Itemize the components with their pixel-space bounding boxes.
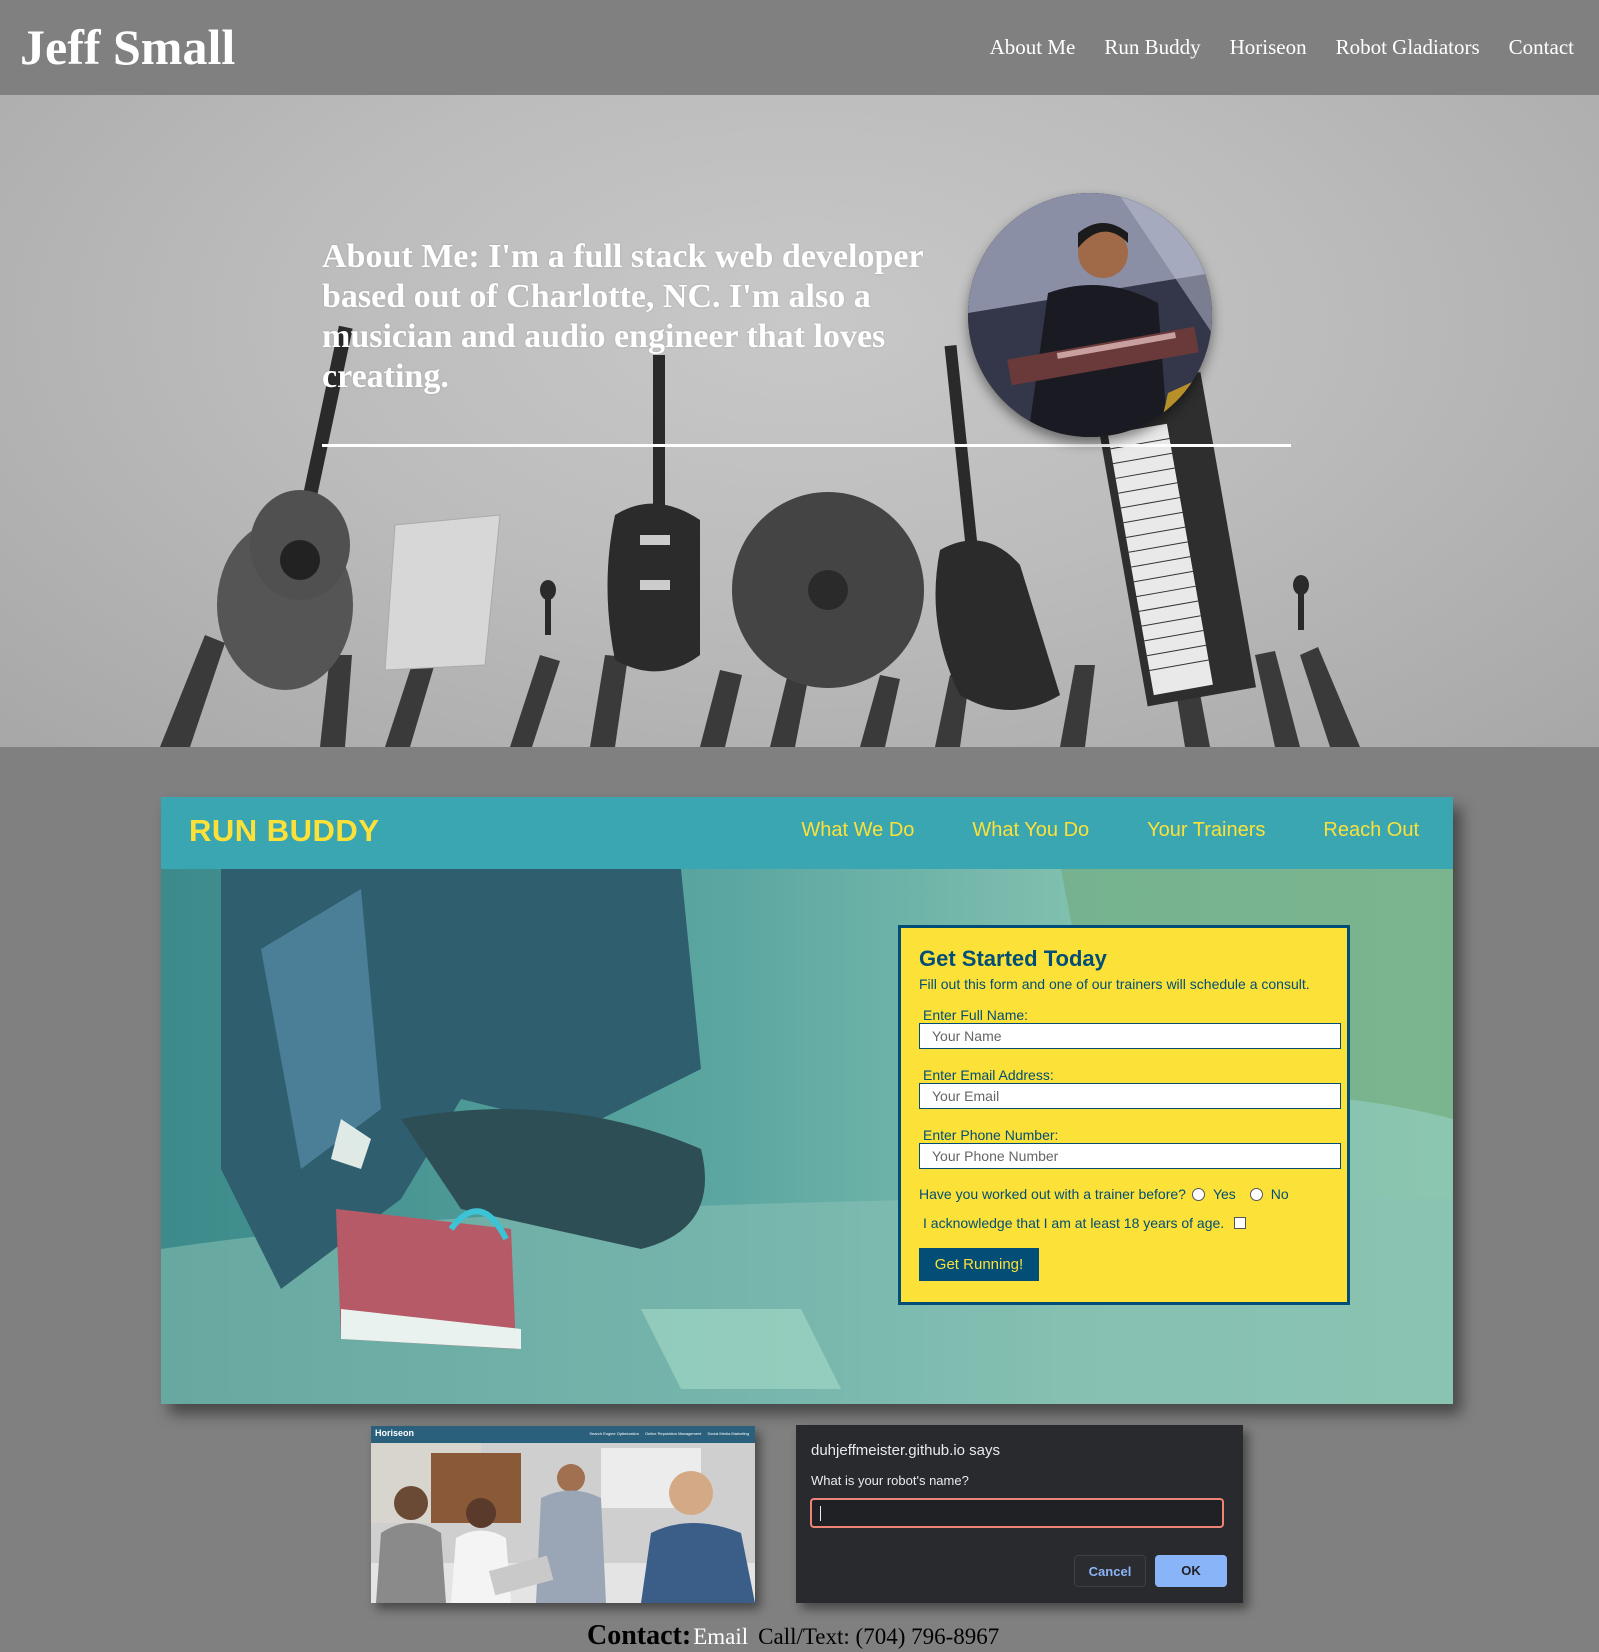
dialog-ok-button[interactable]: OK <box>1155 1555 1227 1587</box>
robot-gladiators-prompt-dialog[interactable]: duhjeffmeister.github.io says What is yo… <box>796 1425 1243 1603</box>
nav-run-buddy[interactable]: Run Buddy <box>1104 30 1200 64</box>
profile-photo <box>968 193 1212 437</box>
horiseon-logo: Horiseon <box>375 1428 415 1438</box>
age-ack-label: I acknowledge that I am at least 18 year… <box>923 1215 1225 1231</box>
instruments-background-image <box>160 325 1360 747</box>
get-started-form: Get Started Today Fill out this form and… <box>898 925 1350 1305</box>
hero-divider <box>322 444 1291 447</box>
form-title: Get Started Today <box>919 946 1107 971</box>
run-buddy-header: RUN BUDDY What We Do What You Do Your Tr… <box>161 797 1453 869</box>
nav-horiseon[interactable]: Horiseon <box>1230 30 1307 64</box>
rb-nav-what-we-do[interactable]: What We Do <box>801 819 914 842</box>
contact-email-link[interactable]: Email <box>693 1624 748 1650</box>
dialog-cancel-button[interactable]: Cancel <box>1074 1555 1146 1587</box>
trainer-question-label: Have you worked out with a trainer befor… <box>919 1186 1186 1202</box>
contact-heading: Contact: <box>587 1620 692 1651</box>
hz-nav-reputation: Online Reputation Management <box>644 1431 702 1436</box>
name-input[interactable] <box>919 1023 1341 1049</box>
dialog-message: What is your robot's name? <box>811 1473 969 1488</box>
site-nav: About Me Run Buddy Horiseon Robot Gladia… <box>961 30 1574 64</box>
contact-phone: Call/Text: (704) 796-8967 <box>758 1624 1000 1649</box>
age-acknowledgement: I acknowledge that I am at least 18 year… <box>923 1215 1247 1231</box>
horiseon-header: Horiseon Search Engine Optimization Onli… <box>371 1426 755 1443</box>
no-radio[interactable] <box>1249 1187 1263 1201</box>
contact-section: Contact: Email Call/Text: (704) 796-8967 <box>587 1620 999 1652</box>
age-checkbox[interactable] <box>1234 1217 1247 1229</box>
yes-label[interactable]: Yes <box>1213 1186 1236 1202</box>
rb-nav-reach-out[interactable]: Reach Out <box>1323 819 1419 842</box>
get-running-button[interactable]: Get Running! <box>919 1248 1039 1281</box>
horiseon-nav: Search Engine Optimization Online Reputa… <box>583 1431 749 1436</box>
form-subtitle: Fill out this form and one of our traine… <box>919 976 1310 992</box>
rb-nav-what-you-do[interactable]: What You Do <box>972 819 1089 842</box>
about-me-text: About Me: I'm a full stack web developer… <box>322 238 923 395</box>
dialog-title: duhjeffmeister.github.io says <box>811 1442 1001 1459</box>
rb-nav-your-trainers[interactable]: Your Trainers <box>1147 819 1265 842</box>
about-hero: About Me: I'm a full stack web developer… <box>0 95 1599 747</box>
run-buddy-project-preview[interactable]: RUN BUDDY What We Do What You Do Your Tr… <box>161 797 1453 1404</box>
hz-nav-social: Social Media Marketing <box>707 1431 749 1436</box>
phone-input[interactable] <box>919 1143 1341 1169</box>
trainer-question: Have you worked out with a trainer befor… <box>919 1186 1289 1202</box>
horiseon-project-preview[interactable]: Horiseon Search Engine Optimization Onli… <box>371 1426 755 1603</box>
nav-about-me[interactable]: About Me <box>990 30 1076 64</box>
horiseon-team-image <box>371 1443 755 1603</box>
name-label: Enter Full Name: <box>923 1007 1029 1023</box>
email-label: Enter Email Address: <box>923 1067 1054 1083</box>
phone-label: Enter Phone Number: <box>923 1127 1059 1143</box>
nav-robot-gladiators[interactable]: Robot Gladiators <box>1336 30 1480 64</box>
hz-nav-seo: Search Engine Optimization <box>589 1431 639 1436</box>
robot-name-input[interactable] <box>810 1498 1224 1528</box>
site-brand[interactable]: Jeff Small <box>20 14 235 80</box>
yes-radio[interactable] <box>1191 1187 1205 1201</box>
text-caret <box>820 1506 821 1521</box>
email-input[interactable] <box>919 1083 1341 1109</box>
run-buddy-hero-image: Get Started Today Fill out this form and… <box>161 869 1453 1404</box>
no-label[interactable]: No <box>1271 1186 1289 1202</box>
nav-contact[interactable]: Contact <box>1509 30 1574 64</box>
run-buddy-nav: What We Do What You Do Your Trainers Rea… <box>743 819 1419 842</box>
site-header: Jeff Small About Me Run Buddy Horiseon R… <box>0 0 1599 95</box>
run-buddy-logo[interactable]: RUN BUDDY <box>189 813 380 849</box>
